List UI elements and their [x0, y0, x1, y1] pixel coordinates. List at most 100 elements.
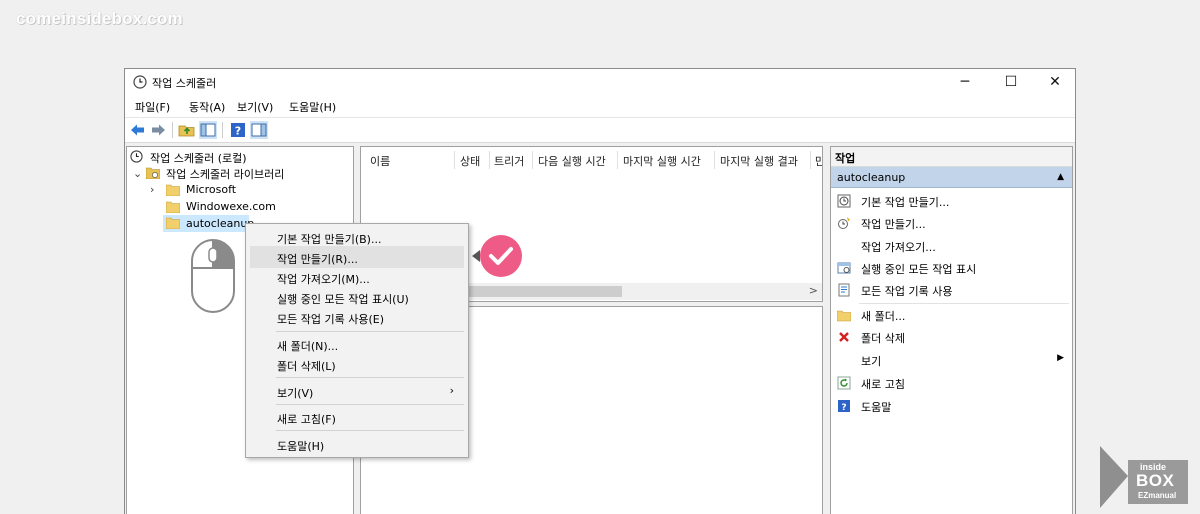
chevron-down-icon[interactable]: ⌄ — [133, 167, 142, 180]
ctx-separator — [276, 331, 464, 332]
action-help[interactable]: ? 도움말 — [831, 395, 1072, 417]
checkmark-badge-icon — [472, 235, 522, 277]
up-folder-icon[interactable] — [178, 121, 196, 139]
action-import-task[interactable]: 작업 가져오기... — [831, 235, 1072, 257]
clock-icon — [130, 150, 143, 163]
action-new-folder[interactable]: 새 폴더... — [831, 304, 1072, 326]
ctx-refresh[interactable]: 새로 고침(F) — [250, 406, 464, 428]
actions-pane: 작업 autocleanup ▲ 기본 작업 만들기... 작업 만들기... … — [830, 146, 1073, 514]
column-trigger[interactable]: 트리거 — [494, 153, 524, 169]
ctx-separator — [276, 377, 464, 378]
tree-library-label: 작업 스케줄러 라이브러리 — [166, 168, 285, 181]
actions-header: 작업 — [831, 147, 1072, 167]
ctx-separator — [276, 430, 464, 431]
action-label: 기본 작업 만들기... — [861, 196, 950, 209]
tree-item-autocleanup[interactable]: autocleanup — [163, 215, 254, 232]
ctx-import-task[interactable]: 작업 가져오기(M)... — [250, 266, 464, 288]
ctx-enable-history[interactable]: 모든 작업 기록 사용(E) — [250, 306, 464, 328]
chevron-right-icon[interactable]: › — [150, 183, 154, 196]
window-title: 작업 스케줄러 — [152, 77, 217, 90]
column-separator — [454, 151, 455, 169]
column-next-run[interactable]: 다음 실행 시간 — [538, 153, 606, 169]
ctx-create-basic-task[interactable]: 기본 작업 만들기(B)... — [250, 226, 464, 248]
folder-icon — [166, 217, 180, 229]
back-arrow-icon[interactable] — [129, 121, 147, 139]
action-label: 보기 — [861, 355, 882, 368]
toolbar: ? — [125, 117, 1075, 141]
tree-root-label: 작업 스케줄러 (로컬) — [150, 152, 247, 165]
action-label: 폴더 삭제 — [861, 332, 905, 345]
action-refresh[interactable]: 새로 고침 — [831, 372, 1072, 394]
ctx-label: 도움말(H) — [277, 440, 325, 453]
action-enable-history[interactable]: 모든 작업 기록 사용 — [831, 279, 1072, 301]
action-create-task[interactable]: 작업 만들기... — [831, 212, 1072, 234]
tree-library[interactable]: ⌄ 작업 스케줄러 라이브러리 — [130, 165, 350, 181]
ctx-new-folder[interactable]: 새 폴더(N)... — [250, 333, 464, 355]
column-separator — [714, 151, 715, 169]
close-button[interactable]: ✕ — [1033, 69, 1077, 95]
logo-line2: BOX — [1136, 471, 1175, 490]
column-last-result[interactable]: 마지막 실행 결과 — [720, 153, 798, 169]
basic-task-icon — [837, 194, 851, 208]
maximize-button[interactable]: ☐ — [989, 69, 1033, 95]
forward-arrow-icon[interactable] — [149, 121, 167, 139]
ctx-help[interactable]: 도움말(H) — [250, 433, 464, 455]
scroll-right-arrow-icon[interactable]: > — [809, 284, 818, 297]
toolbar-separator — [222, 122, 223, 138]
menu-bar: 파일(F) 동작(A) 보기(V) 도움말(H) — [125, 96, 1075, 116]
action-create-basic-task[interactable]: 기본 작업 만들기... — [831, 190, 1072, 212]
ctx-label: 실행 중인 모든 작업 표시(U) — [277, 293, 409, 306]
svg-text:?: ? — [235, 125, 241, 138]
action-label: 실행 중인 모든 작업 표시 — [861, 263, 977, 276]
menu-view[interactable]: 보기(V) — [237, 99, 273, 115]
ctx-label: 폴더 삭제(L) — [277, 360, 336, 373]
actions-section-autocleanup[interactable]: autocleanup ▲ — [831, 167, 1072, 188]
column-last-run[interactable]: 마지막 실행 시간 — [623, 153, 701, 169]
action-label: 도움말 — [861, 401, 892, 414]
task-history-icon — [838, 283, 850, 297]
column-name[interactable]: 이름 — [370, 153, 390, 169]
ctx-show-running-tasks[interactable]: 실행 중인 모든 작업 표시(U) — [250, 286, 464, 308]
menu-help[interactable]: 도움말(H) — [289, 99, 336, 115]
action-view[interactable]: 보기 ▶ — [831, 349, 1072, 371]
ctx-label: 새로 고침(F) — [277, 413, 336, 426]
column-separator — [532, 151, 533, 169]
ctx-separator — [276, 404, 464, 405]
column-separator — [617, 151, 618, 169]
collapse-arrow-icon[interactable]: ▲ — [1057, 172, 1064, 182]
action-label: 새 폴더... — [861, 310, 906, 323]
column-truncated[interactable]: 만 — [815, 153, 822, 169]
context-menu: 기본 작업 만들기(B)... 작업 만들기(R)... 작업 가져오기(M).… — [245, 223, 469, 458]
ctx-view[interactable]: 보기(V) › — [250, 380, 464, 402]
refresh-icon — [837, 376, 851, 390]
tree-item-label: Microsoft — [186, 183, 237, 196]
ctx-label: 기본 작업 만들기(B)... — [277, 233, 382, 246]
insidebox-logo: inside BOX EZmanual — [1098, 446, 1190, 508]
toolbar-separator — [172, 122, 173, 138]
show-hide-action-pane-icon[interactable] — [250, 121, 268, 139]
ctx-create-task[interactable]: 작업 만들기(R)... — [250, 246, 464, 268]
chevron-right-icon: › — [449, 384, 454, 397]
help-icon[interactable]: ? — [229, 121, 247, 139]
action-show-running-tasks[interactable]: 실행 중인 모든 작업 표시 — [831, 257, 1072, 279]
clock-icon — [133, 75, 147, 89]
show-hide-tree-icon[interactable] — [199, 121, 217, 139]
action-label: 모든 작업 기록 사용 — [861, 285, 953, 298]
menu-action[interactable]: 동작(A) — [189, 99, 225, 115]
menu-file[interactable]: 파일(F) — [135, 99, 170, 115]
folder-icon — [166, 201, 180, 213]
ctx-delete-folder[interactable]: 폴더 삭제(L) — [250, 353, 464, 375]
title-bar: 작업 스케줄러 ─ ☐ ✕ — [125, 69, 1075, 95]
site-watermark: comeinsidebox.com — [16, 9, 183, 28]
action-label: 새로 고침 — [861, 378, 905, 391]
ctx-label: 작업 만들기(R)... — [277, 253, 358, 266]
ctx-label: 새 폴더(N)... — [277, 340, 339, 353]
ctx-label: 모든 작업 기록 사용(E) — [277, 313, 384, 326]
action-delete-folder[interactable]: 폴더 삭제 — [831, 326, 1072, 348]
column-separator — [489, 151, 490, 169]
minimize-button[interactable]: ─ — [943, 69, 987, 95]
tree-item-label: Windowexe.com — [186, 200, 276, 213]
column-status[interactable]: 상태 — [460, 153, 480, 169]
action-label: 작업 만들기... — [861, 218, 926, 231]
running-tasks-icon — [837, 262, 851, 274]
